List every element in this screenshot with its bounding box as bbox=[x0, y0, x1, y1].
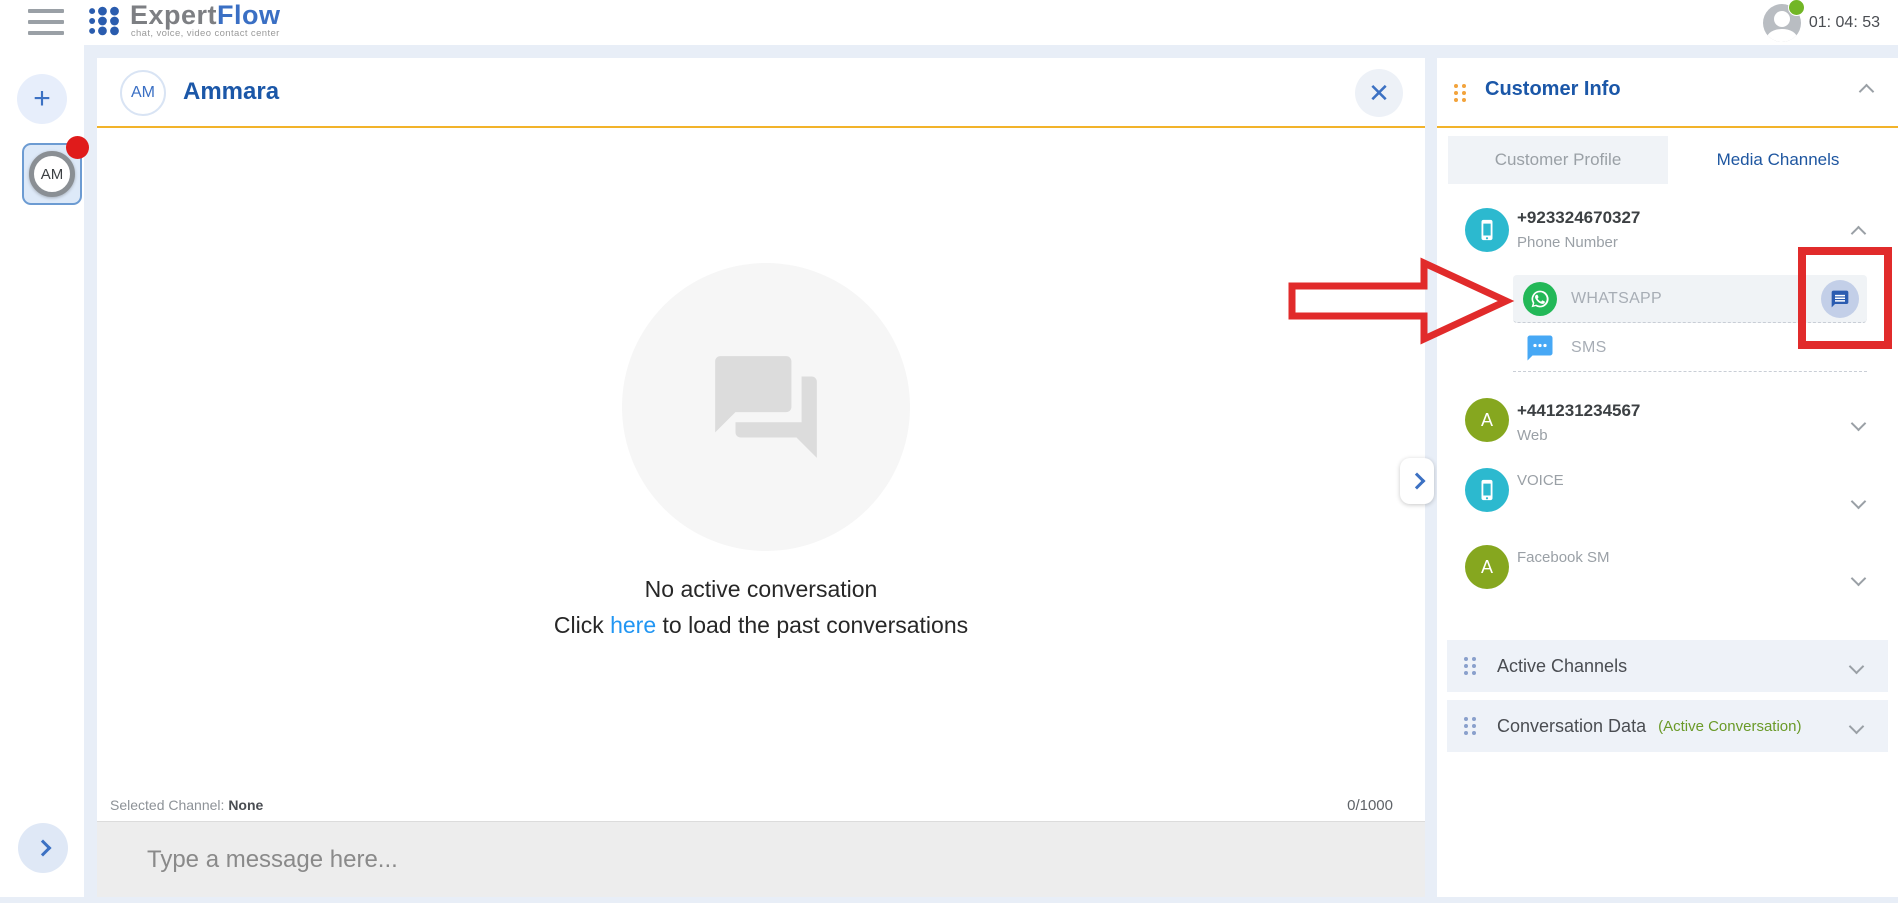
conversation-list-item[interactable]: AM bbox=[22, 143, 82, 205]
topbar-right-group: 01: 04: 53 bbox=[1763, 0, 1880, 45]
expand-voice-icon[interactable] bbox=[1851, 494, 1867, 510]
tab-media-channels[interactable]: Media Channels bbox=[1668, 136, 1888, 184]
start-whatsapp-chat-button[interactable] bbox=[1821, 280, 1859, 318]
chat-header: AM Ammara ✕ bbox=[97, 58, 1425, 128]
brand-name: ExpertFlow bbox=[130, 1, 281, 29]
chat-panel: AM Ammara ✕ No active conversation Click… bbox=[97, 58, 1425, 897]
customer-info-title: Customer Info bbox=[1485, 78, 1621, 101]
brand-logo: ExpertFlow chat, voice, video contact ce… bbox=[86, 1, 281, 39]
app-root: ExpertFlow chat, voice, video contact ce… bbox=[0, 0, 1898, 903]
expand-facebook-icon[interactable] bbox=[1851, 571, 1867, 587]
conversation-avatar: AM bbox=[29, 151, 75, 197]
close-icon: ✕ bbox=[1368, 78, 1390, 109]
agent-avatar[interactable] bbox=[1763, 4, 1801, 42]
web-label: Web bbox=[1517, 427, 1548, 444]
chevron-right-icon bbox=[35, 840, 52, 857]
forum-icon bbox=[705, 346, 827, 468]
chat-meta-row: Selected Channel: None 0/1000 bbox=[97, 795, 1425, 821]
selected-channel-value: None bbox=[228, 797, 263, 813]
brand-tagline: chat, voice, video contact center bbox=[130, 28, 281, 39]
expand-web-icon[interactable] bbox=[1851, 416, 1867, 432]
sms-bubble-icon bbox=[1525, 333, 1555, 363]
customer-info-panel: Customer Info Customer Profile Media Cha… bbox=[1437, 58, 1898, 897]
web-number-value: +441231234567 bbox=[1517, 401, 1640, 421]
brand-logo-icon bbox=[86, 4, 126, 38]
conversation-sidebar: + AM bbox=[0, 45, 84, 897]
presence-status-dot bbox=[1788, 0, 1805, 16]
sidebar-expand-button[interactable] bbox=[18, 823, 68, 873]
customer-info-header: Customer Info bbox=[1437, 58, 1898, 128]
unread-badge bbox=[66, 136, 89, 159]
channel-a-icon: A bbox=[1465, 545, 1509, 589]
conversation-data-badge: (Active Conversation) bbox=[1658, 718, 1801, 735]
channel-a-icon: A bbox=[1465, 398, 1509, 442]
phone-number-label: Phone Number bbox=[1517, 234, 1618, 251]
session-timer: 01: 04: 53 bbox=[1809, 14, 1880, 32]
conversation-data-title: Conversation Data bbox=[1497, 716, 1646, 737]
drag-handle-icon[interactable] bbox=[1454, 84, 1466, 102]
expand-active-channels-icon[interactable] bbox=[1849, 658, 1865, 674]
chevron-right-icon bbox=[1409, 473, 1426, 490]
section-conversation-data[interactable]: Conversation Data (Active Conversation) bbox=[1447, 700, 1888, 752]
channel-row-sms[interactable]: SMS bbox=[1513, 324, 1867, 372]
facebook-label: Facebook SM bbox=[1517, 549, 1610, 566]
sms-label: SMS bbox=[1571, 339, 1607, 357]
expand-conversation-data-icon[interactable] bbox=[1849, 718, 1865, 734]
new-conversation-button[interactable]: + bbox=[17, 74, 67, 124]
message-input-bar bbox=[97, 821, 1425, 897]
section-active-channels[interactable]: Active Channels bbox=[1447, 640, 1888, 692]
menu-icon[interactable] bbox=[28, 9, 64, 35]
whatsapp-icon bbox=[1523, 282, 1557, 316]
selected-channel: Selected Channel: None bbox=[110, 797, 263, 813]
tab-customer-profile[interactable]: Customer Profile bbox=[1448, 136, 1668, 184]
smartphone-icon bbox=[1465, 468, 1509, 512]
drag-handle-icon[interactable] bbox=[1464, 657, 1476, 675]
voice-label: VOICE bbox=[1517, 472, 1564, 489]
chat-bubble-icon bbox=[1830, 289, 1850, 309]
close-chat-button[interactable]: ✕ bbox=[1355, 69, 1403, 117]
character-counter: 0/1000 bbox=[1347, 797, 1393, 814]
active-channels-title: Active Channels bbox=[1497, 656, 1627, 677]
top-bar: ExpertFlow chat, voice, video contact ce… bbox=[0, 0, 1898, 45]
chat-contact-name: Ammara bbox=[183, 78, 279, 106]
message-input[interactable] bbox=[97, 822, 1425, 897]
collapse-phone-icon[interactable] bbox=[1851, 226, 1867, 242]
panel-toggle-tab[interactable] bbox=[1400, 458, 1434, 504]
collapse-section-icon[interactable] bbox=[1859, 84, 1875, 100]
whatsapp-label: WHATSAPP bbox=[1571, 290, 1662, 308]
load-conversations-link[interactable]: here bbox=[610, 612, 656, 638]
channel-row-whatsapp[interactable]: WHATSAPP bbox=[1513, 275, 1867, 323]
empty-state-title: No active conversation bbox=[97, 576, 1425, 603]
phone-number-value: +923324670327 bbox=[1517, 208, 1640, 228]
empty-state-illustration bbox=[622, 263, 910, 551]
smartphone-icon bbox=[1465, 208, 1509, 252]
plus-icon: + bbox=[33, 82, 51, 116]
drag-handle-icon[interactable] bbox=[1464, 717, 1476, 735]
empty-state-subtitle: Click here to load the past conversation… bbox=[97, 612, 1425, 639]
chat-contact-avatar: AM bbox=[120, 70, 166, 116]
